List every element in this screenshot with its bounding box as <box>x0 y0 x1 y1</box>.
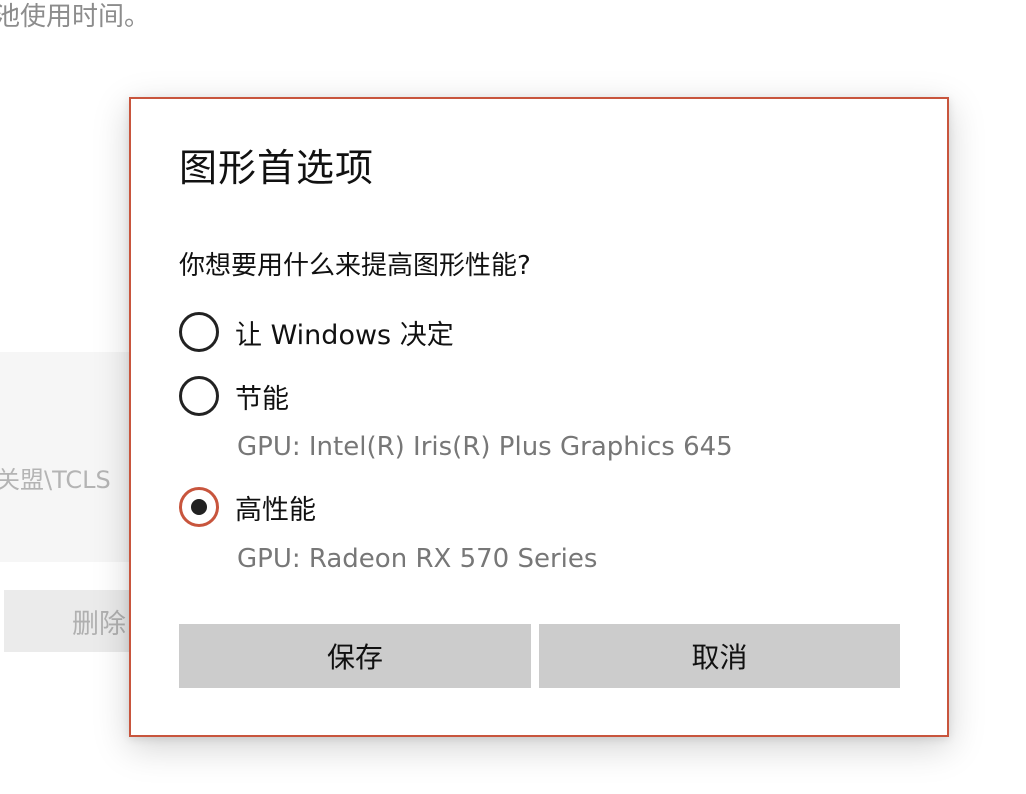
dialog-title: 图形首选项 <box>179 146 375 190</box>
save-button[interactable]: 保存 <box>179 624 531 688</box>
background-description-text: 池使用时间。 <box>0 2 151 32</box>
radio-button-high-performance[interactable] <box>179 487 219 527</box>
radio-label-power-saving: 节能 <box>235 383 289 415</box>
cancel-button[interactable]: 取消 <box>539 624 900 688</box>
radio-label-high-performance: 高性能 <box>235 494 316 526</box>
radio-selected-dot <box>191 499 207 515</box>
radio-label-let-windows-decide: 让 Windows 决定 <box>235 319 454 351</box>
screen: 池使用时间。 关盟\TCLS 删除 图形首选项 你想要用什么来提高图形性能? 让… <box>0 0 1026 794</box>
radio-option-power-saving[interactable]: 节能 <box>179 376 289 416</box>
radio-option-high-performance[interactable]: 高性能 <box>179 487 316 527</box>
radio-button-power-saving[interactable] <box>179 376 219 416</box>
graphics-preference-dialog: 图形首选项 你想要用什么来提高图形性能? 让 Windows 决定 节能 GPU… <box>129 97 949 737</box>
dialog-question: 你想要用什么来提高图形性能? <box>179 251 531 281</box>
radio-button-let-windows-decide[interactable] <box>179 312 219 352</box>
power-saving-gpu-text: GPU: Intel(R) Iris(R) Plus Graphics 645 <box>237 432 733 462</box>
radio-option-let-windows-decide[interactable]: 让 Windows 决定 <box>179 312 454 352</box>
background-delete-label: 删除 <box>72 608 126 640</box>
high-performance-gpu-text: GPU: Radeon RX 570 Series <box>237 544 598 574</box>
background-app-path: 关盟\TCLS <box>0 466 111 494</box>
